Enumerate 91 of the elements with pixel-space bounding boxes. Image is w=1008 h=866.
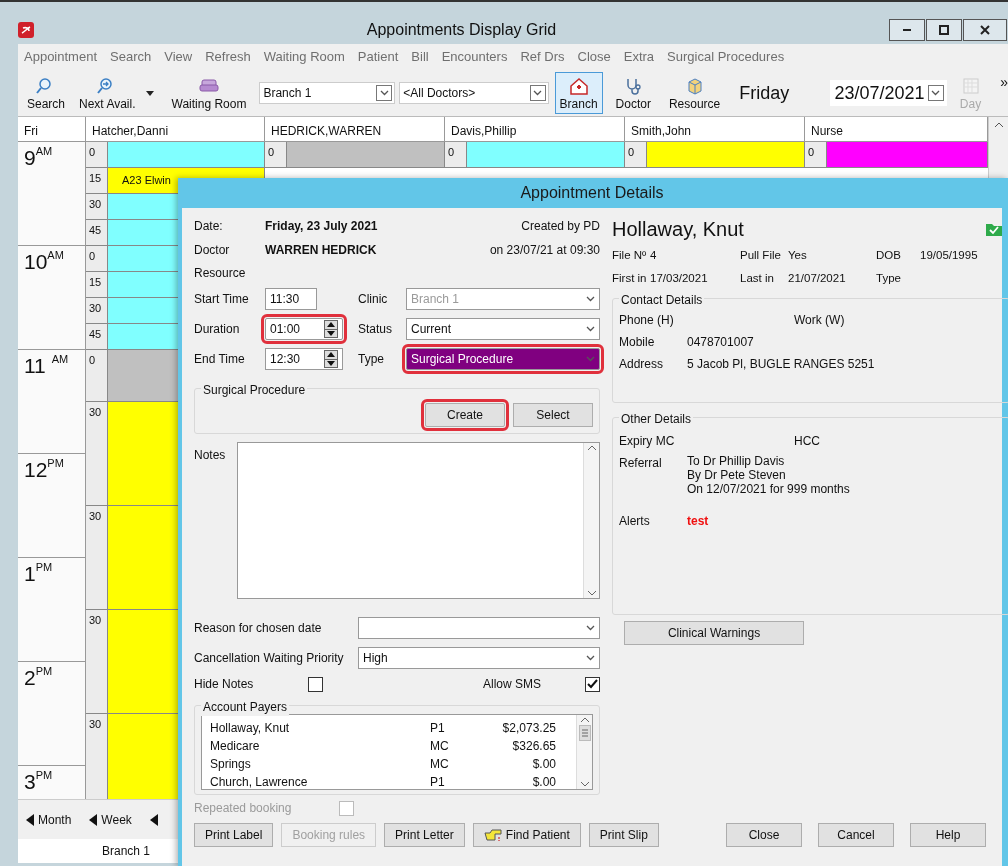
minute-label: 0	[86, 142, 108, 167]
hour-label: 11 $^{AM}$	[18, 350, 86, 454]
field-label: Notes	[194, 447, 227, 464]
column-header: Fri	[18, 117, 86, 141]
field-label: Pull File	[740, 247, 782, 263]
minute-label: 0	[445, 142, 467, 167]
payer-code: MC	[430, 738, 450, 755]
field-label: End Time	[194, 351, 246, 368]
date-value: Friday, 23 July 2021	[265, 218, 378, 235]
hour-label: 2$^{PM}$	[18, 662, 86, 766]
field-label: HCC	[794, 433, 820, 450]
field-label: Phone (H)	[619, 312, 675, 329]
field-value: Yes	[788, 247, 808, 263]
field-label: Clinic	[358, 291, 389, 308]
field-label: Last in	[740, 270, 775, 286]
payer-name: Medicare	[210, 738, 261, 755]
minute-label: 30	[86, 298, 108, 323]
field-label: First in	[612, 270, 648, 286]
column-header: HEDRICK,WARREN	[265, 117, 445, 141]
field-value: 17/03/2021	[650, 270, 709, 286]
hour-label: 1$^{PM}$	[18, 558, 86, 662]
field-value: 0478701007	[687, 334, 754, 351]
field-label: Status	[358, 321, 394, 338]
minute-label: 0	[625, 142, 647, 167]
field-value: 21/07/2021	[788, 270, 847, 286]
minute-label: 30	[86, 402, 108, 505]
payer-amount: $2,073.25	[501, 720, 556, 737]
alert-text: test	[687, 513, 709, 530]
minute-label: 0	[86, 246, 108, 271]
created-by-text: Created by PD	[521, 218, 600, 235]
window-title: Appointments Display Grid	[365, 20, 558, 40]
payer-amount: $.00	[531, 756, 556, 773]
referral-line: By Dr Pete Steven	[687, 468, 787, 482]
field-label: Referral	[619, 455, 663, 472]
field-label: Expiry MC	[619, 433, 676, 450]
field-label: Duration	[194, 321, 241, 338]
created-on-text: on 23/07/21 at 09:30	[489, 242, 600, 259]
payer-code: MC	[430, 756, 450, 773]
status-text: Branch 1	[102, 843, 151, 860]
minute-label: 15	[86, 272, 108, 297]
field-label: Resource	[194, 265, 246, 282]
field-label: Date:	[194, 218, 224, 235]
field-label: Doctor	[194, 242, 231, 259]
referral-line: On 12/07/2021 for 999 months	[687, 482, 850, 496]
payer-amount: $326.65	[511, 738, 556, 755]
minute-label: 30	[86, 194, 108, 219]
field-label: Mobile	[619, 334, 656, 351]
payer-amount: $.00	[531, 774, 556, 791]
field-label: Type	[876, 270, 902, 286]
field-label: Type	[358, 351, 385, 368]
field-label: Hide Notes	[194, 676, 255, 693]
field-value: 19/05/1995	[920, 247, 979, 263]
field-label: Repeated booking	[194, 800, 293, 817]
payer-name: Church, Lawrence	[210, 774, 309, 791]
field-label: Alerts	[619, 513, 651, 530]
referral-line: To Dr Phillip Davis	[687, 454, 786, 468]
field-label: Reason for chosen date	[194, 620, 323, 637]
field-label: DOB	[876, 247, 902, 263]
hour-label: 3$^{PM}$	[18, 766, 86, 799]
hour-label: 12$^{PM}$	[18, 454, 86, 558]
dialog-title: Appointment Details	[519, 183, 665, 203]
doctor-value: WARREN HEDRICK	[265, 242, 377, 259]
minute-label: 30	[86, 610, 108, 713]
field-label: File Nº	[612, 247, 648, 263]
payer-name: Hollaway, Knut	[210, 720, 291, 737]
payer-code: P1	[430, 774, 446, 791]
minute-label: 0	[86, 350, 108, 401]
appointment-label: A23 Elwin	[122, 173, 171, 188]
payer-code: P1	[430, 720, 446, 737]
payer-name: Springs	[210, 756, 252, 773]
column-header: Davis,Phillip	[445, 117, 625, 141]
column-header: Hatcher,Danni	[86, 117, 265, 141]
minute-label: 45	[86, 324, 108, 349]
field-label: Start Time	[194, 291, 250, 308]
column-header: Smith,John	[625, 117, 805, 141]
field-label: Cancellation Waiting Priority	[194, 650, 345, 667]
field-value: 5 Jacob Pl, BUGLE RANGES 5251	[687, 356, 875, 373]
field-label: Work (W)	[794, 312, 845, 329]
minute-label: 30	[86, 506, 108, 609]
minute-label: 0	[805, 142, 827, 167]
field-label: Address	[619, 356, 665, 373]
patient-name: Hollaway, Knut	[612, 217, 744, 242]
field-value: 4	[650, 247, 658, 263]
hour-label: 9$^{AM}$	[18, 142, 86, 246]
minute-label: 30	[86, 714, 108, 799]
minute-label: 0	[265, 142, 287, 167]
hour-label: 10$^{AM}$	[18, 246, 86, 350]
day-name: Friday	[739, 81, 791, 105]
minute-label: 15	[86, 168, 108, 193]
minute-label: 45	[86, 220, 108, 245]
field-label: Allow SMS	[483, 676, 541, 693]
